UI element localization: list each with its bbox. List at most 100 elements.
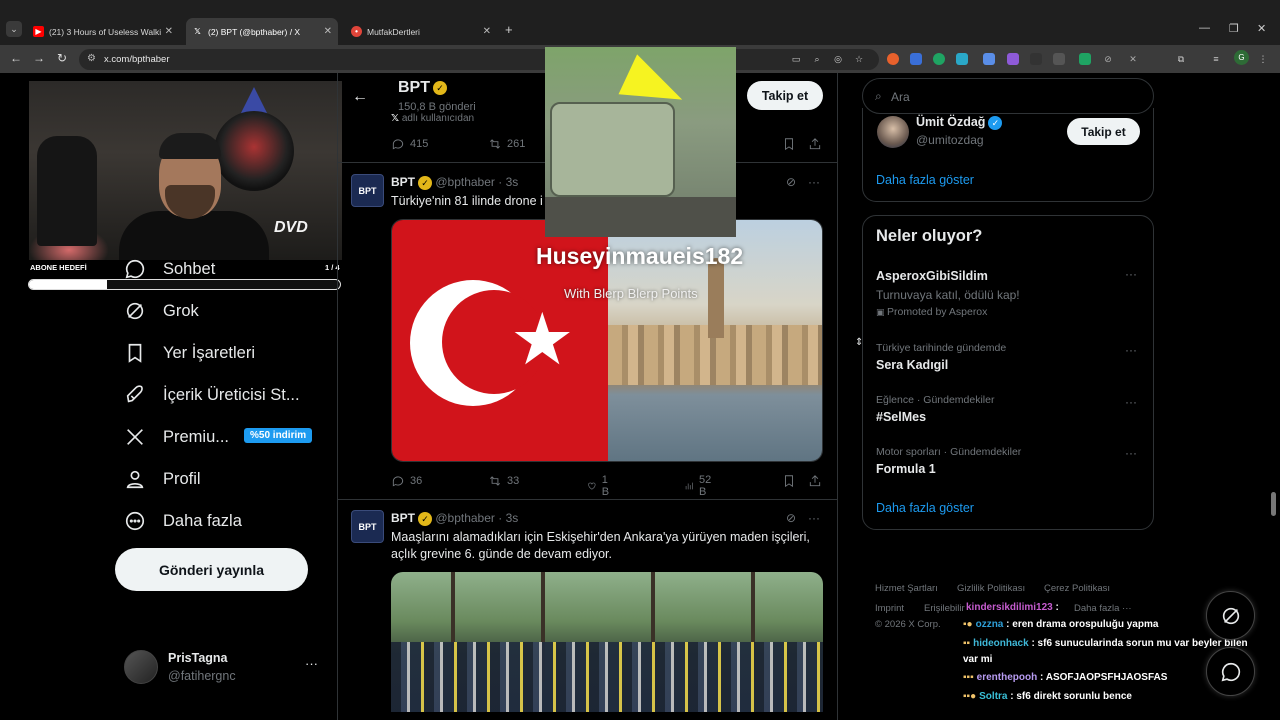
suggestion-name[interactable]: Ümit Özdağ ✓ (916, 115, 1003, 130)
window-close-icon[interactable]: ✕ (1257, 22, 1266, 35)
follow-button[interactable]: Takip et (747, 81, 823, 110)
trend-more-icon[interactable]: ··· (1125, 267, 1137, 281)
trend-more-icon[interactable]: ··· (1125, 446, 1137, 460)
nav-item-profile[interactable]: Profil (123, 464, 201, 494)
minimize-icon[interactable]: — (1199, 22, 1210, 34)
post-button[interactable]: Gönderi yayınla (115, 548, 308, 591)
retweet-button[interactable]: 33 (488, 474, 519, 488)
site-info-icon[interactable]: ⚙ (87, 53, 96, 64)
footer-link[interactable]: Gizlilik Politikası (957, 583, 1025, 594)
tab-x[interactable]: 𝕏 (2) BPT (@bpthaber) / X ✕ (186, 18, 338, 45)
extension-icon[interactable] (887, 53, 899, 65)
like-button[interactable]: 1 B (587, 474, 613, 498)
avatar[interactable] (124, 650, 158, 684)
close-icon[interactable]: ✕ (324, 26, 332, 37)
install-icon[interactable]: ▭ (790, 53, 802, 65)
tweet-time[interactable]: 3s (506, 511, 519, 525)
extension-icon[interactable] (983, 53, 995, 65)
bookmark-button[interactable] (782, 474, 801, 488)
show-more-link[interactable]: Daha fazla göster (876, 501, 974, 515)
footer-link[interactable]: Çerez Politikası (1044, 583, 1110, 594)
reply-button[interactable]: 415 (391, 137, 428, 151)
extension-icon[interactable]: ⊘ (1102, 53, 1114, 65)
eye-off-icon[interactable]: ◎ (832, 53, 844, 65)
profile-avatar-button[interactable]: G (1234, 50, 1249, 65)
puzzle-icon[interactable]: ⧉ (1175, 53, 1187, 65)
share-button[interactable] (808, 137, 827, 151)
account-name[interactable]: PrisTagna (168, 651, 228, 665)
reading-list-icon[interactable]: ≡ (1210, 53, 1222, 65)
nav-item-bookmarks[interactable]: Yer İşaretleri (123, 338, 255, 368)
account-handle[interactable]: @fatihergnc (168, 669, 236, 683)
retweet-button[interactable]: 261 (488, 137, 525, 151)
close-icon[interactable]: ✕ (483, 26, 491, 37)
reply-button[interactable]: 36 (391, 474, 422, 488)
account-more-icon[interactable]: ··· (305, 656, 318, 671)
nav-item-grok[interactable]: Grok (123, 296, 199, 326)
back-icon[interactable]: ← (10, 51, 22, 65)
trend-more-icon[interactable]: ··· (1125, 343, 1137, 357)
back-arrow-icon[interactable]: ← (352, 88, 368, 106)
maximize-icon[interactable]: ❐ (1229, 22, 1239, 35)
tweet-author[interactable]: BPT (391, 511, 415, 525)
reply-icon (392, 139, 404, 150)
extension-icon[interactable] (1007, 53, 1019, 65)
address-bar[interactable]: ⚙ x.com/bpthaber (79, 49, 879, 70)
trend-category: Motor sporları · Gündemdekiler (876, 446, 1022, 458)
trend-name[interactable]: Sera Kadıgil (876, 358, 948, 372)
forward-icon[interactable]: → (33, 51, 45, 65)
share-button[interactable] (808, 474, 827, 488)
tweet-handle[interactable]: @bpthaber (435, 511, 495, 525)
extension-icon[interactable] (1053, 53, 1065, 65)
extension-icon[interactable]: ✕ (1127, 53, 1139, 65)
tweet-time[interactable]: 3s (506, 175, 519, 189)
grok-fab-button[interactable] (1206, 591, 1255, 640)
grok-explain-icon[interactable]: ⊘ (786, 511, 796, 525)
page-scrollbar[interactable] (1271, 492, 1276, 516)
tweet-more-icon[interactable]: ··· (808, 511, 820, 525)
tweet-divider (338, 499, 837, 500)
close-icon[interactable]: ✕ (165, 26, 173, 37)
sub-goal-label: ABONE HEDEFİ (30, 263, 87, 272)
tab-mutfak[interactable]: • MutfakDertleri ✕ (345, 18, 497, 45)
extension-icon[interactable] (1030, 53, 1042, 65)
extension-icon[interactable] (910, 53, 922, 65)
suggestion-handle[interactable]: @umitozdag (916, 133, 984, 147)
extension-icon[interactable] (1079, 53, 1091, 65)
trend-name[interactable]: #SelMes (876, 410, 926, 424)
avatar[interactable]: BPT (351, 510, 384, 543)
views-button[interactable]: 52 B (684, 474, 715, 498)
extension-icon[interactable] (933, 53, 945, 65)
nav-item-more[interactable]: Daha fazla (123, 506, 242, 536)
kebab-menu-icon[interactable]: ⋮ (1257, 53, 1269, 65)
tab-search-button[interactable]: ⌄ (6, 21, 22, 37)
star-icon[interactable]: ☆ (853, 53, 865, 65)
nav-item-chat[interactable]: Sohbet (123, 254, 215, 284)
footer-link[interactable]: Erişilebilir (924, 603, 965, 614)
follow-button[interactable]: Takip et (1067, 118, 1140, 145)
footer-link[interactable]: Hizmet Şartları (875, 583, 938, 594)
trend-more-icon[interactable]: ··· (1125, 395, 1137, 409)
tab-youtube[interactable]: ▶ (21) 3 Hours of Useless Walking ✕ (27, 18, 179, 45)
new-tab-button[interactable]: + (505, 22, 513, 37)
tweet-handle[interactable]: @bpthaber (435, 175, 495, 189)
grok-explain-icon[interactable]: ⊘ (786, 175, 796, 189)
tweet-author[interactable]: BPT (391, 175, 415, 189)
zoom-icon[interactable]: ⌕ (811, 53, 823, 65)
tweet-more-icon[interactable]: ··· (808, 175, 820, 189)
footer-link[interactable]: Imprint (875, 603, 904, 614)
reload-icon[interactable]: ↻ (57, 51, 67, 65)
messages-fab-button[interactable] (1206, 647, 1255, 696)
url-text[interactable]: x.com/bpthaber (104, 54, 169, 65)
avatar[interactable]: BPT (351, 174, 384, 207)
premium-discount-badge[interactable]: %50 indirim (244, 428, 313, 443)
trend-name[interactable]: Formula 1 (876, 462, 936, 476)
extension-icon[interactable] (956, 53, 968, 65)
nav-item-premium[interactable]: Premiu... (123, 422, 229, 452)
avatar[interactable] (877, 116, 909, 148)
nav-item-creator-studio[interactable]: İçerik Üreticisi St... (123, 380, 300, 410)
show-more-link[interactable]: Daha fazla göster (876, 173, 974, 187)
tweet-video[interactable] (391, 572, 823, 712)
trend-name[interactable]: AsperoxGibiSildim (876, 269, 988, 283)
bookmark-button[interactable] (782, 137, 801, 151)
